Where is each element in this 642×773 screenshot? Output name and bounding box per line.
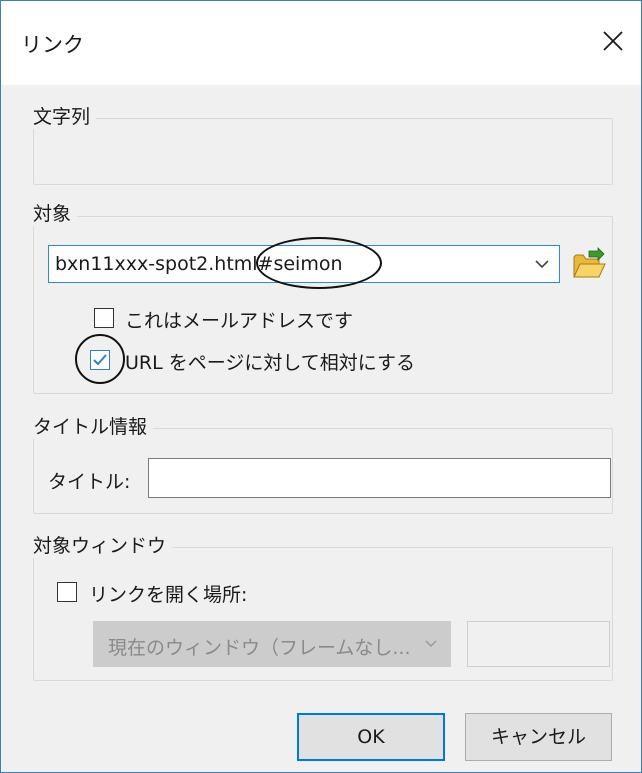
url-combobox[interactable]: bxn11xxx-spot2.html#seimon — [48, 245, 560, 283]
relative-url-checkbox[interactable] — [90, 350, 110, 370]
folder-open-icon — [573, 247, 606, 278]
open-in-checkbox-label: リンクを開く場所: — [89, 584, 248, 606]
window-group-label: 対象ウィンドウ — [29, 534, 173, 558]
browse-button[interactable] — [571, 247, 607, 281]
chevron-down-icon[interactable] — [531, 254, 553, 274]
title-group-label: タイトル情報 — [29, 415, 154, 439]
ok-button[interactable]: OK — [297, 713, 445, 761]
target-group-label: 対象 — [29, 202, 78, 226]
title-input[interactable] — [148, 458, 611, 498]
dialog-title: リンク — [21, 33, 84, 57]
checkmark-icon — [93, 354, 107, 366]
title-bar: リンク — [1, 1, 641, 85]
chevron-down-icon — [425, 640, 437, 648]
relative-url-checkbox-label: URL をページに対して相対にする — [125, 352, 415, 374]
text-group-label: 文字列 — [29, 105, 97, 129]
link-dialog: リンク 文字列 対象 bxn11xxx-spot2.html#seimon これ… — [0, 0, 642, 773]
target-window-value: 現在のウィンドウ（フレームなし... — [108, 637, 411, 659]
open-in-checkbox[interactable] — [57, 582, 77, 602]
email-checkbox[interactable] — [94, 308, 114, 328]
text-group — [33, 118, 613, 185]
title-field-label: タイトル: — [48, 471, 131, 493]
frame-name-input[interactable] — [467, 621, 610, 667]
cancel-button[interactable]: キャンセル — [465, 713, 612, 761]
email-checkbox-label: これはメールアドレスです — [125, 310, 354, 332]
close-button[interactable] — [595, 23, 631, 59]
close-icon — [603, 31, 623, 51]
url-value: bxn11xxx-spot2.html#seimon — [55, 253, 343, 275]
target-window-select[interactable]: 現在のウィンドウ（フレームなし... — [93, 621, 451, 667]
